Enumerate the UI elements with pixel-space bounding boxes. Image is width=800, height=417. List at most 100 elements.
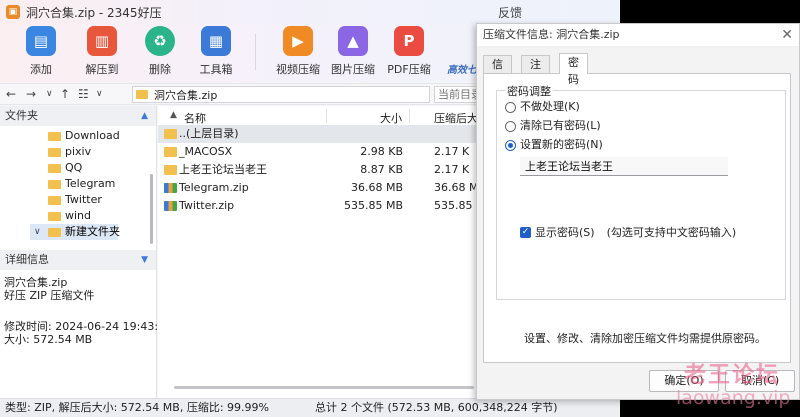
tree-item-new-folder[interactable]: ∨ 新建文件夹: [30, 224, 120, 240]
app-logo-icon: ▣: [6, 5, 20, 19]
folder-icon: [164, 165, 177, 175]
archive-info-dialog: 压缩文件信息: 洞穴合集.zip ✕ 信息 注释 密码 密码调整 不做处理(K)…: [476, 23, 800, 400]
show-password-checkbox[interactable]: ✓ 显示密码(S) (勾选可支持中文密码输入): [520, 224, 736, 240]
back-icon[interactable]: ←: [6, 87, 16, 101]
status-bar: 类型: ZIP, 解压后大小: 572.54 MB, 压缩比: 99.99% 总…: [0, 398, 620, 417]
delete-icon: ♻: [145, 26, 175, 56]
expand-chevron-icon[interactable]: ∨: [34, 224, 41, 240]
radio-set-new-password[interactable]: 设置新的密码(N): [505, 137, 603, 153]
folder-icon: [48, 132, 61, 141]
tree-item-pixiv[interactable]: pixiv: [0, 144, 150, 160]
column-divider[interactable]: [326, 109, 327, 123]
tab-comment[interactable]: 注释: [521, 55, 550, 88]
window-title: 洞穴合集.zip - 2345好压: [26, 5, 162, 20]
file-row[interactable]: Twitter.zip 535.85 MB 535.85 M: [158, 197, 485, 215]
add-button[interactable]: ▤ 添加: [14, 26, 68, 80]
file-size: 2.98 KB: [360, 145, 403, 158]
column-name[interactable]: 名称: [184, 110, 206, 126]
file-row[interactable]: Telegram.zip 36.68 MB 36.68 M: [158, 179, 478, 197]
folder-icon: [164, 147, 177, 157]
path-bar[interactable]: 洞穴合集.zip: [132, 86, 430, 103]
tree-item-label: QQ: [65, 161, 83, 174]
radio-label: 设置新的密码(N): [520, 138, 603, 151]
extract-button-label: 解压到: [85, 63, 119, 76]
tree-scrollbar[interactable]: [150, 174, 153, 244]
ok-button[interactable]: 确定(O): [649, 370, 719, 392]
left-pane: 文件夹 ▲ Download pixiv QQ Telegram Twitter…: [0, 106, 173, 398]
close-icon[interactable]: ✕: [781, 24, 793, 46]
tree-item-telegram[interactable]: Telegram: [0, 176, 150, 192]
delete-button[interactable]: ♻ 删除: [133, 26, 187, 80]
feedback-link[interactable]: 反馈: [498, 4, 522, 21]
tab-info[interactable]: 信息: [483, 55, 512, 88]
toolbox-button[interactable]: ▦ 工具箱: [189, 26, 243, 80]
tree-item-wind[interactable]: wind: [0, 208, 150, 224]
file-compressed-size: 2.17 K: [434, 163, 470, 176]
show-password-label: 显示密码(S): [535, 226, 595, 239]
forward-icon[interactable]: →: [26, 87, 36, 101]
column-compressed-size[interactable]: 压缩后大: [434, 110, 478, 126]
details-panel: 洞穴合集.zip 好压 ZIP 压缩文件 修改时间: 2024-06-24 19…: [0, 270, 173, 346]
folder-icon: [48, 164, 61, 173]
tree-item-twitter[interactable]: Twitter: [0, 192, 150, 208]
extract-icon: ▥: [87, 26, 117, 56]
tree-item-label: pixiv: [65, 145, 92, 158]
horizontal-scrollbar[interactable]: [174, 386, 474, 389]
folder-icon: [48, 228, 61, 237]
folder-icon: [48, 180, 61, 189]
extract-to-button[interactable]: ▥ 解压到: [75, 26, 129, 80]
tree-item-qq[interactable]: QQ: [0, 160, 150, 176]
tree-item-download[interactable]: Download: [0, 128, 150, 144]
history-dropdown-icon[interactable]: ∨: [46, 89, 53, 99]
folder-icon: [164, 129, 177, 139]
view-mode-icon[interactable]: ☷: [78, 87, 89, 101]
file-row[interactable]: _MACOSX 2.98 KB 2.17 K: [158, 143, 476, 161]
checkbox-checked-icon: ✓: [520, 226, 531, 238]
video-compress-icon: ▶: [283, 26, 313, 56]
add-button-label: 添加: [30, 63, 52, 76]
tree-item-label: Download: [65, 129, 120, 142]
radio-label: 清除已有密码(L): [520, 119, 601, 132]
radio-no-change[interactable]: 不做处理(K): [505, 99, 580, 115]
file-list-header: ▲ 名称 大小 压缩后大: [158, 106, 478, 126]
pdf-compress-icon: P: [394, 26, 424, 56]
folder-icon: [48, 148, 61, 157]
tree-item-label: Telegram: [65, 177, 116, 190]
video-compress-button[interactable]: ▶ 视频压缩: [271, 26, 325, 80]
up-icon[interactable]: ↑: [60, 87, 70, 101]
folder-tree-header: 文件夹 ▲: [0, 106, 156, 126]
tab-password[interactable]: 密码: [559, 53, 588, 86]
current-path: 洞穴合集.zip: [154, 88, 218, 102]
toolbox-button-label: 工具箱: [199, 63, 233, 76]
pdf-compress-label: PDF压缩: [387, 63, 431, 76]
image-compress-button[interactable]: ▲ 图片压缩: [326, 26, 380, 80]
details-size: 大小: 572.54 MB: [4, 333, 93, 346]
column-divider[interactable]: [409, 109, 410, 123]
zip-file-icon: [164, 183, 177, 193]
pdf-compress-button[interactable]: P PDF压缩: [382, 26, 436, 80]
file-size: 535.85 MB: [343, 199, 403, 212]
file-row[interactable]: 上老王论坛当老王 8.87 KB 2.17 K: [158, 161, 476, 179]
radio-clear-password[interactable]: 清除已有密码(L): [505, 118, 601, 134]
toolbar-slogan: 高效七: [447, 65, 477, 76]
password-input[interactable]: [520, 157, 728, 176]
collapse-arrow-icon[interactable]: ▼: [141, 250, 148, 270]
collapse-arrow-icon[interactable]: ▲: [141, 106, 148, 126]
sort-up-icon: ▲: [170, 110, 177, 120]
password-adjust-group: 密码调整 不做处理(K) 清除已有密码(L) 设置新的密码(N) ✓ 显示密码(…: [496, 83, 786, 300]
title-bar: ▣ 洞穴合集.zip - 2345好压: [0, 0, 620, 24]
folder-icon: [136, 90, 148, 99]
file-size: 36.68 MB: [350, 181, 403, 194]
file-row-parent-dir[interactable]: ..(上层目录): [158, 125, 476, 143]
details-modified: 修改时间: 2024-06-24 19:43:50: [4, 320, 173, 333]
file-compressed-size: 2.17 K: [434, 145, 470, 158]
password-tab-panel: 密码调整 不做处理(K) 清除已有密码(L) 设置新的密码(N) ✓ 显示密码(…: [483, 73, 791, 363]
view-dropdown-icon[interactable]: ∨: [96, 89, 103, 99]
cancel-button[interactable]: 取消(C): [725, 370, 795, 392]
status-archive-info: 类型: ZIP, 解压后大小: 572.54 MB, 压缩比: 99.99%: [5, 401, 269, 414]
column-size[interactable]: 大小: [380, 110, 402, 126]
radio-label: 不做处理(K): [520, 100, 580, 113]
tree-item-label: 新建文件夹: [65, 225, 120, 238]
file-name: Telegram.zip: [179, 181, 249, 194]
details-header: 详细信息 ▼: [0, 250, 156, 270]
